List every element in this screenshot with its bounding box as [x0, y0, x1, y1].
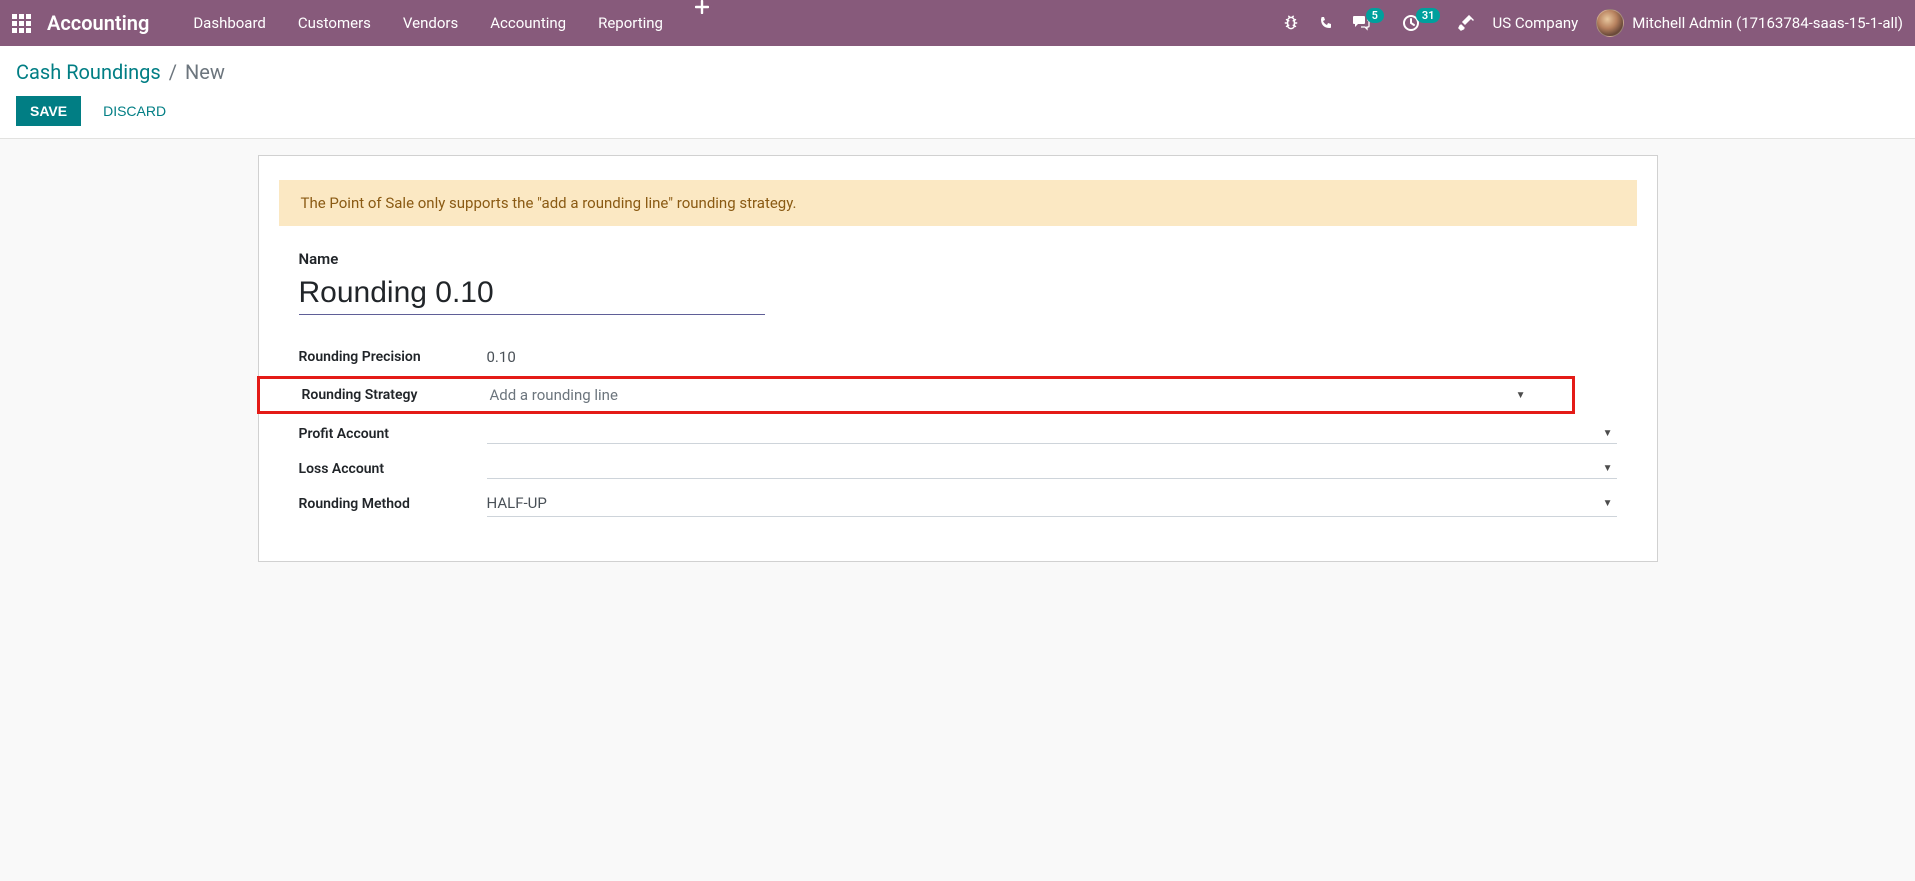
nav-reporting[interactable]: Reporting	[582, 0, 679, 46]
chevron-down-icon: ▼	[1599, 498, 1617, 509]
avatar	[1596, 9, 1624, 37]
method-row: Rounding Method HALF-UP ▼	[299, 486, 1617, 521]
chevron-down-icon: ▼	[1599, 428, 1617, 439]
apps-icon[interactable]	[12, 14, 31, 33]
nav-accounting[interactable]: Accounting	[474, 0, 582, 46]
strategy-value: Add a rounding line	[490, 386, 1512, 404]
name-input[interactable]	[299, 272, 765, 315]
profit-row: Profit Account ▼	[299, 416, 1617, 451]
precision-value[interactable]: 0.10	[487, 348, 1617, 366]
strategy-select[interactable]: Add a rounding line ▼	[490, 382, 1530, 408]
discard-button[interactable]: Discard	[89, 96, 180, 126]
breadcrumb-parent[interactable]: Cash Roundings	[16, 60, 161, 84]
breadcrumb-separator: /	[169, 60, 177, 84]
precision-row: Rounding Precision 0.10	[299, 339, 1617, 374]
form-sheet: The Point of Sale only supports the "add…	[258, 155, 1658, 562]
top-navbar: Accounting Dashboard Customers Vendors A…	[0, 0, 1915, 46]
phone-icon[interactable]	[1318, 15, 1334, 31]
profit-select[interactable]: ▼	[487, 424, 1617, 444]
nav-systray: 5 31 US Company Mitchell Admin (17163784…	[1282, 9, 1903, 37]
activities-icon[interactable]: 31	[1402, 14, 1441, 32]
messages-badge: 5	[1366, 8, 1384, 23]
company-switcher[interactable]: US Company	[1492, 14, 1578, 32]
bug-icon[interactable]	[1282, 14, 1300, 32]
strategy-row-highlighted: Rounding Strategy Add a rounding line ▼	[257, 376, 1575, 414]
method-select[interactable]: HALF-UP ▼	[487, 490, 1617, 517]
precision-label: Rounding Precision	[299, 349, 487, 365]
save-button[interactable]: Save	[16, 96, 81, 126]
nav-plus-icon[interactable]	[679, 0, 725, 46]
breadcrumb-current: New	[185, 60, 225, 84]
loss-label: Loss Account	[299, 461, 487, 477]
method-label: Rounding Method	[299, 496, 487, 512]
loss-select[interactable]: ▼	[487, 459, 1617, 479]
nav-vendors[interactable]: Vendors	[387, 0, 474, 46]
app-title[interactable]: Accounting	[47, 11, 149, 35]
strategy-label: Rounding Strategy	[302, 387, 490, 403]
form-body: Name Rounding Precision 0.10 Rounding St…	[259, 250, 1657, 521]
chevron-down-icon: ▼	[1599, 463, 1617, 474]
loss-row: Loss Account ▼	[299, 451, 1617, 486]
chevron-down-icon: ▼	[1512, 390, 1530, 401]
breadcrumb: Cash Roundings / New	[16, 60, 1899, 84]
nav-dashboard[interactable]: Dashboard	[177, 0, 282, 46]
content-area: The Point of Sale only supports the "add…	[0, 139, 1915, 578]
tools-icon[interactable]	[1458, 15, 1474, 31]
nav-menu: Dashboard Customers Vendors Accounting R…	[177, 0, 725, 46]
user-menu[interactable]: Mitchell Admin (17163784-saas-15-1-all)	[1596, 9, 1903, 37]
messages-icon[interactable]: 5	[1352, 15, 1384, 31]
user-name: Mitchell Admin (17163784-saas-15-1-all)	[1632, 14, 1903, 32]
alert-warning: The Point of Sale only supports the "add…	[279, 180, 1637, 226]
nav-customers[interactable]: Customers	[282, 0, 387, 46]
method-value: HALF-UP	[487, 494, 1599, 512]
control-panel: Cash Roundings / New Save Discard	[0, 46, 1915, 139]
profit-label: Profit Account	[299, 426, 487, 442]
activities-badge: 31	[1416, 8, 1441, 23]
name-field-block: Name	[299, 250, 1617, 315]
name-label: Name	[299, 250, 1617, 268]
control-buttons: Save Discard	[16, 96, 1899, 126]
